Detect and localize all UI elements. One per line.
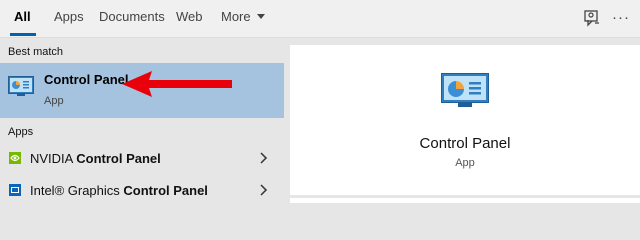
preview-actions-area — [290, 197, 640, 203]
list-item-nvidia-control-panel[interactable]: NVIDIA Control Panel — [0, 143, 284, 173]
control-panel-icon — [8, 76, 34, 96]
list-item-label: NVIDIA Control Panel — [30, 151, 161, 166]
active-tab-indicator — [10, 33, 36, 36]
preview-title: Control Panel — [419, 135, 511, 152]
list-item-prefix: Intel® Graphics — [30, 183, 124, 198]
list-item-prefix: NVIDIA — [30, 151, 77, 166]
preview-pane: Control Panel App — [290, 45, 640, 195]
tab-web[interactable]: Web — [176, 0, 203, 38]
list-item-highlight: Control Panel — [123, 183, 208, 198]
best-match-subtitle: App — [44, 95, 64, 107]
tab-more[interactable]: More — [221, 0, 265, 38]
list-item-intel-graphics-control-panel[interactable]: Intel® Graphics Control Panel — [0, 175, 284, 205]
best-match-title: Control Panel — [44, 72, 129, 87]
feedback-icon[interactable] — [582, 8, 602, 28]
tab-documents[interactable]: Documents — [99, 0, 165, 38]
chevron-right-icon[interactable] — [258, 184, 268, 196]
more-options-button[interactable]: ··· — [612, 2, 630, 34]
caret-down-icon — [256, 14, 265, 19]
search-filter-tabs: All Apps Documents Web More ··· — [0, 0, 640, 38]
chevron-right-icon[interactable] — [258, 152, 268, 164]
red-arrow-annotation — [122, 71, 232, 97]
list-item-label: Intel® Graphics Control Panel — [30, 183, 208, 198]
apps-section-label: Apps — [8, 126, 34, 138]
results-list: Best match Control Panel App Apps NVIDIA… — [0, 38, 284, 203]
best-match-item[interactable]: Control Panel App — [0, 63, 284, 118]
list-item-highlight: Control Panel — [76, 151, 161, 166]
best-match-label: Best match — [8, 46, 64, 58]
preview-subtitle: App — [455, 157, 475, 169]
control-panel-icon — [441, 73, 489, 107]
tab-apps[interactable]: Apps — [54, 0, 84, 38]
nvidia-icon — [9, 152, 21, 164]
intel-graphics-icon — [9, 184, 21, 196]
tab-more-label: More — [221, 9, 251, 24]
